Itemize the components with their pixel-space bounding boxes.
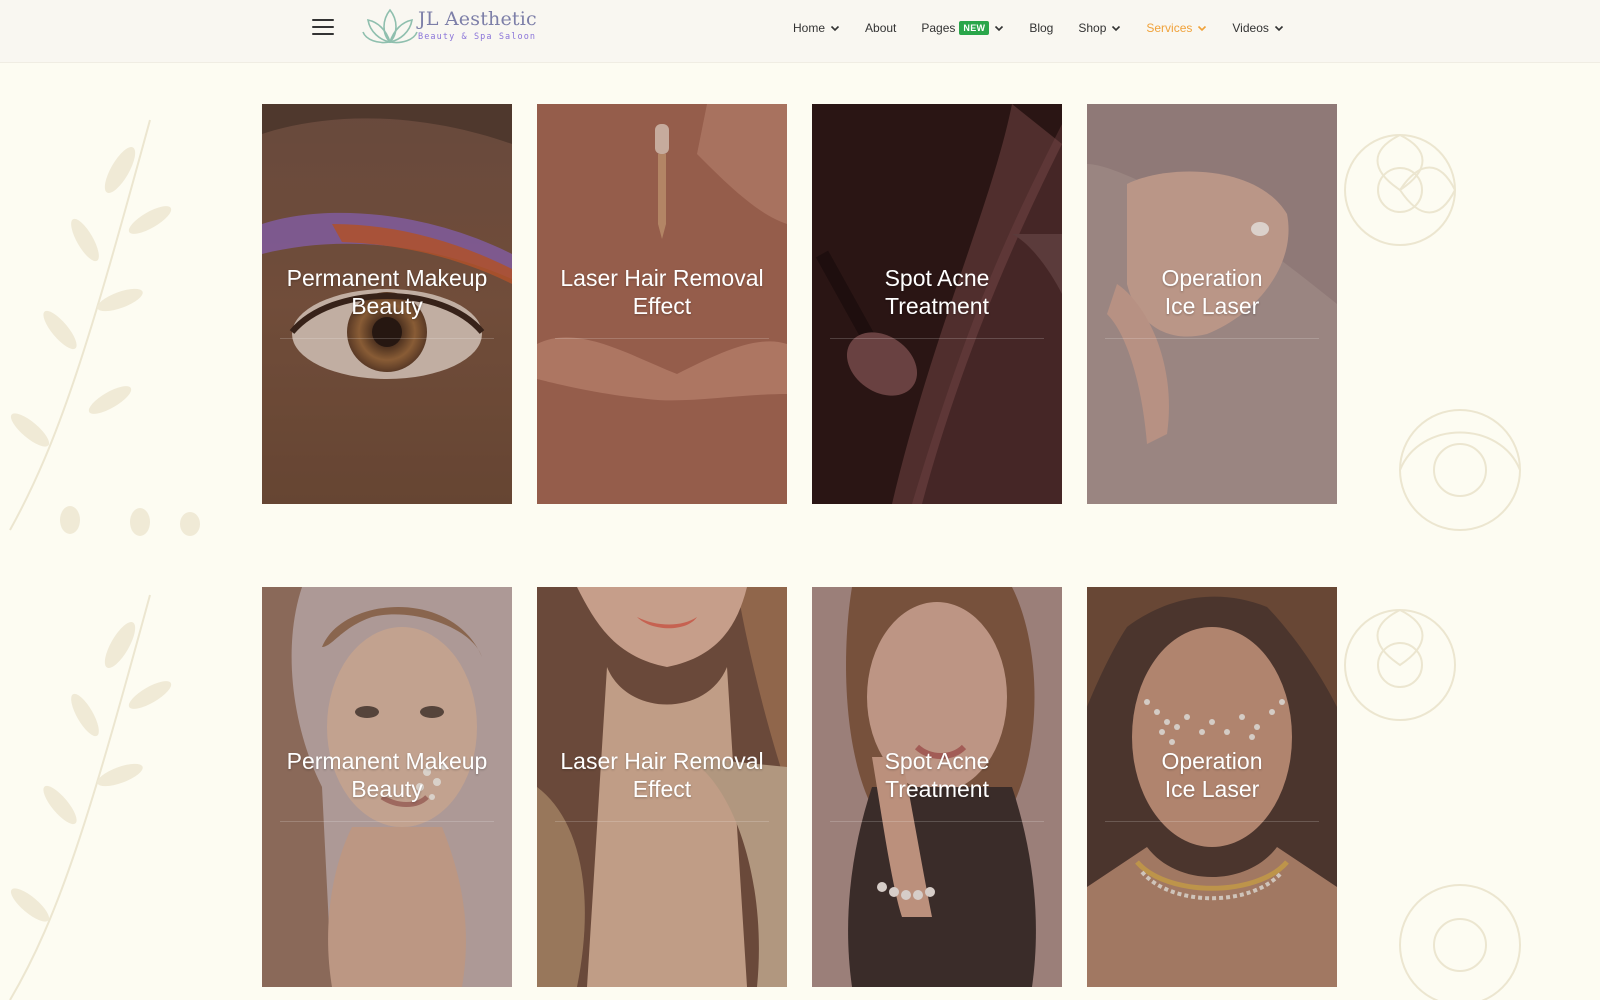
card-title: Permanent Makeup Beauty (286, 265, 488, 319)
card-title: Laser Hair Removal Effect (560, 748, 764, 802)
card-divider (830, 338, 1044, 339)
nav-label: Home (793, 21, 826, 35)
card-title: Spot Acne Treatment (884, 748, 990, 802)
background-leaf-decoration-left-bottom (9, 594, 172, 1000)
background-flower-decoration-right-top (1344, 134, 1521, 531)
nav-label: Pages (921, 21, 956, 35)
chevron-down-icon (1274, 25, 1283, 32)
nav-label: Videos (1232, 21, 1269, 35)
nav-item-videos[interactable]: Videos (1232, 21, 1283, 35)
nav-item-shop[interactable]: Shop (1078, 21, 1121, 35)
main-navigation: Home About Pages NEW Blog Shop Services … (793, 18, 1309, 38)
nav-item-about[interactable]: About (865, 21, 896, 35)
card-title: Permanent Makeup Beauty (286, 748, 488, 802)
service-card-ice-laser[interactable]: Operation Ice Laser (1087, 104, 1337, 504)
site-header: JL Aesthetic Beauty & Spa Saloon Home Ab… (0, 0, 1600, 63)
chevron-down-icon (995, 25, 1004, 32)
service-card-permanent-makeup[interactable]: Permanent Makeup Beauty (262, 104, 512, 504)
nav-label: Shop (1078, 21, 1107, 35)
card-divider (280, 821, 494, 822)
service-card-ice-laser-2[interactable]: Operation Ice Laser (1087, 587, 1337, 987)
card-divider (555, 338, 769, 339)
card-divider (1105, 338, 1319, 339)
background-flower-decoration-right-bottom (1344, 609, 1521, 1000)
chevron-down-icon (1112, 25, 1121, 32)
nav-label: About (865, 21, 897, 35)
logo-title: JL Aesthetic (418, 8, 537, 31)
card-title: Operation Ice Laser (1161, 748, 1263, 802)
chevron-down-icon (1198, 25, 1207, 32)
new-badge: NEW (959, 21, 990, 35)
nav-item-services[interactable]: Services (1146, 21, 1207, 35)
logo-subtitle: Beauty & Spa Saloon (418, 32, 537, 43)
background-leaf-decoration-left-top (9, 119, 200, 536)
hamburger-menu-icon[interactable] (312, 19, 334, 35)
service-card-laser-hair-removal[interactable]: Laser Hair Removal Effect (537, 104, 787, 504)
card-title: Laser Hair Removal Effect (560, 265, 764, 319)
service-card-spot-acne-2[interactable]: Spot Acne Treatment (812, 587, 1062, 987)
service-card-permanent-makeup-2[interactable]: Permanent Makeup Beauty (262, 587, 512, 987)
card-divider (555, 821, 769, 822)
nav-label: Services (1146, 21, 1193, 35)
chevron-down-icon (830, 25, 840, 32)
card-title: Operation Ice Laser (1161, 265, 1263, 319)
service-card-laser-hair-removal-2[interactable]: Laser Hair Removal Effect (537, 587, 787, 987)
card-title: Spot Acne Treatment (884, 265, 990, 319)
card-divider (1105, 821, 1319, 822)
card-divider (830, 821, 1044, 822)
nav-item-blog[interactable]: Blog (1029, 21, 1053, 35)
nav-label: Blog (1029, 21, 1054, 35)
site-logo[interactable]: JL Aesthetic Beauty & Spa Saloon (362, 6, 537, 46)
lotus-logo-icon (362, 8, 418, 44)
service-card-spot-acne[interactable]: Spot Acne Treatment (812, 104, 1062, 504)
card-divider (280, 338, 494, 339)
nav-item-pages[interactable]: Pages NEW (921, 21, 1004, 35)
nav-item-home[interactable]: Home (793, 21, 840, 35)
